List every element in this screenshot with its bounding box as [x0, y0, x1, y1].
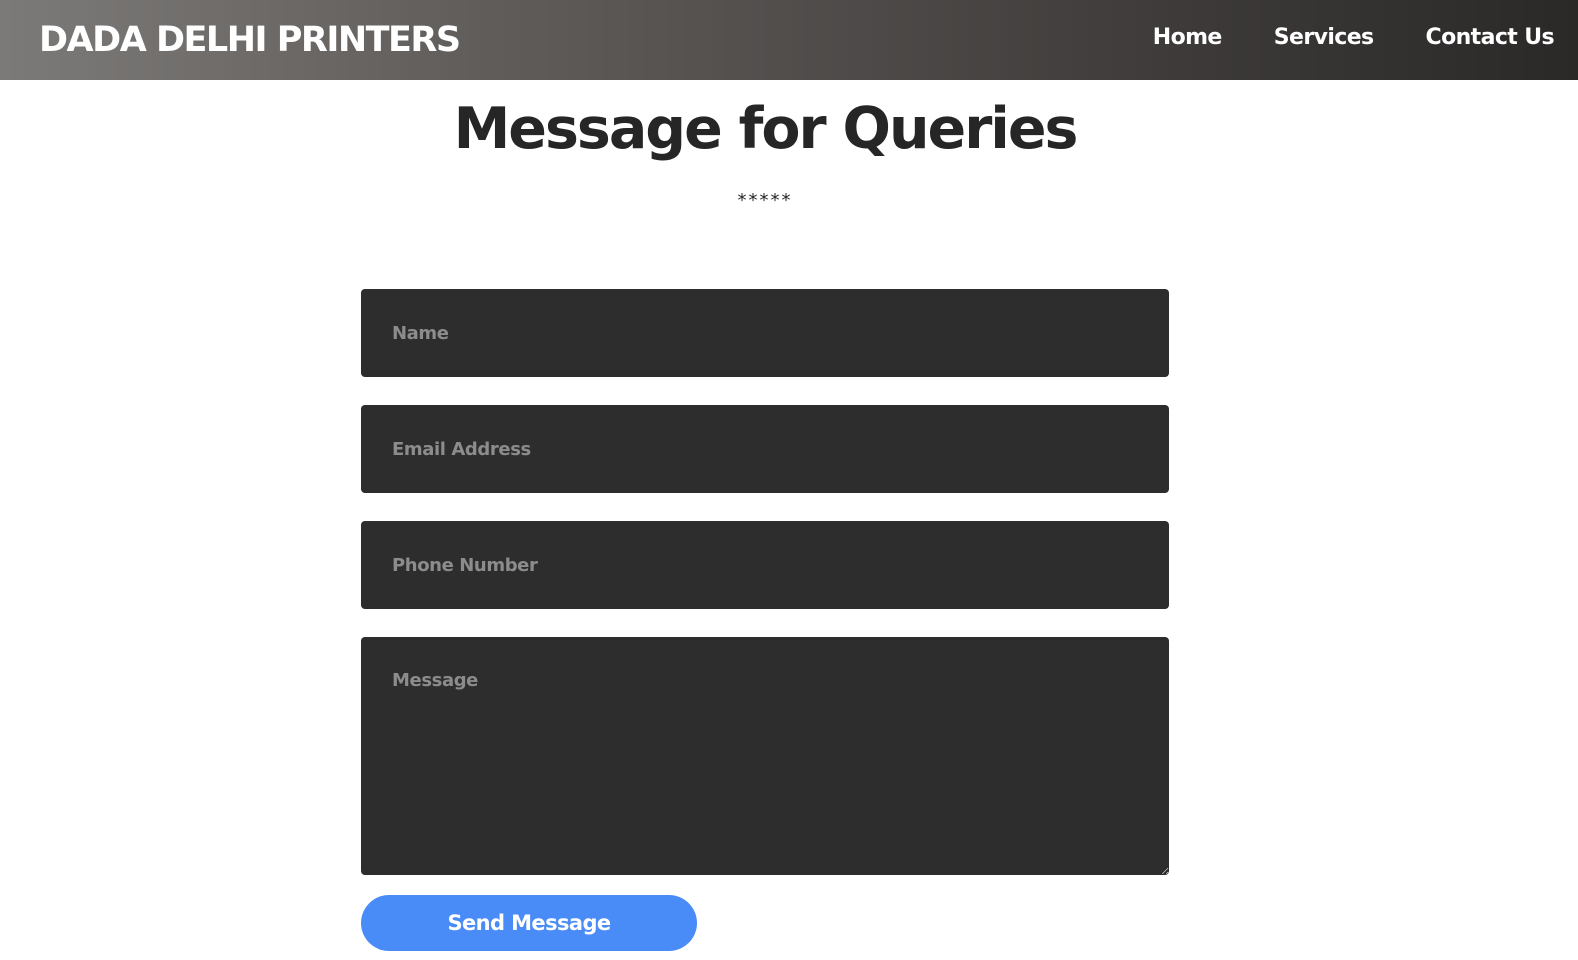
- name-input[interactable]: [361, 289, 1169, 377]
- nav-link-contact-us[interactable]: Contact Us: [1426, 25, 1555, 50]
- nav-link-home[interactable]: Home: [1153, 25, 1223, 50]
- email-input[interactable]: [361, 405, 1169, 493]
- nav-link-services[interactable]: Services: [1274, 25, 1374, 50]
- send-message-button[interactable]: Send Message: [361, 895, 697, 951]
- title-divider: *****: [737, 190, 793, 211]
- phone-input[interactable]: [361, 521, 1169, 609]
- site-brand[interactable]: DADA DELHI PRINTERS: [39, 20, 461, 60]
- page-title: Message for Queries: [453, 96, 1079, 162]
- navbar: DADA DELHI PRINTERS Home Services Contac…: [0, 0, 1578, 80]
- contact-form: Send Message: [361, 289, 1169, 951]
- nav-links: Home Services Contact Us: [1153, 25, 1555, 50]
- message-textarea[interactable]: [361, 637, 1169, 875]
